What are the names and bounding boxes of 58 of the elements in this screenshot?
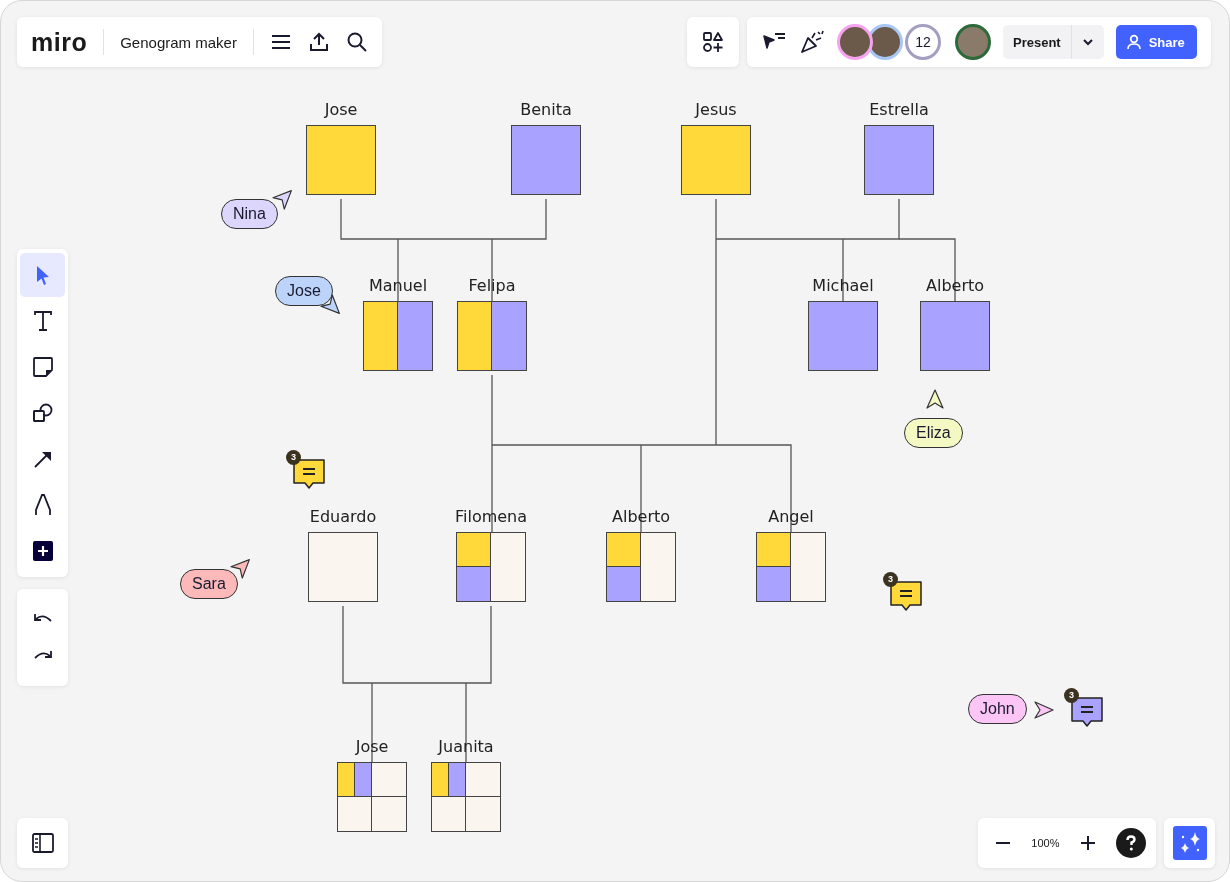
sticky-note-icon [31, 356, 54, 378]
person-name: Eduardo [309, 506, 377, 528]
person-name: Felipa [468, 275, 516, 297]
person-name: Michael [812, 275, 874, 297]
party-popper-icon[interactable] [799, 29, 825, 55]
person-symbol[interactable] [864, 125, 934, 195]
cursor-arrow-icon [925, 389, 945, 409]
person-symbol[interactable] [363, 301, 433, 371]
collaborator-count[interactable]: 12 [905, 24, 941, 60]
comment-count: 3 [883, 572, 898, 587]
person-symbol[interactable] [306, 125, 376, 195]
menu-icon[interactable] [269, 33, 292, 51]
cursor-name-tag: Jose [275, 276, 333, 306]
person-symbol[interactable] [457, 301, 527, 371]
person-symbol[interactable] [681, 125, 751, 195]
cursor-name-tag: John [968, 694, 1027, 724]
sidebar-toggle-icon[interactable] [31, 833, 54, 853]
search-icon[interactable] [345, 31, 368, 53]
person-name: Filomena [454, 506, 528, 528]
person-name: Estrella [869, 99, 929, 121]
zoom-level[interactable]: 100% [1031, 837, 1060, 849]
person-symbol[interactable] [431, 762, 501, 832]
cursor-arrow-icon [1034, 700, 1054, 720]
caret-icon [1081, 38, 1094, 46]
person-icon [1125, 34, 1142, 50]
person-symbol[interactable] [808, 301, 878, 371]
comment-count: 3 [1064, 688, 1079, 703]
board-title[interactable]: Genogram maker [120, 33, 237, 51]
pen-icon [32, 493, 53, 517]
comment-count: 3 [286, 450, 301, 465]
avatar-photo[interactable] [837, 24, 873, 60]
person-symbol[interactable] [511, 125, 581, 195]
person-symbol[interactable] [920, 301, 990, 371]
text-icon [32, 310, 53, 332]
shapes-icon[interactable] [702, 31, 724, 53]
app-logo[interactable]: miro [31, 27, 88, 57]
person-name: Benita [520, 99, 572, 121]
person-name: Alberto [612, 506, 670, 528]
cursor-name-tag: Eliza [904, 418, 963, 448]
person-name: Jose [324, 99, 358, 121]
cursor-name-tag: Sara [180, 569, 238, 599]
select-tool-button[interactable] [20, 253, 65, 297]
person-name: Alberto [926, 275, 984, 297]
plus-icon [31, 540, 54, 562]
avatar-photo[interactable] [955, 24, 991, 60]
sparkle-icon[interactable] [1172, 826, 1207, 860]
zoom-in-icon[interactable] [1078, 834, 1097, 852]
share-button[interactable]: Share [1115, 25, 1197, 59]
person-name: Jose [355, 736, 389, 758]
shapes-icon [31, 402, 54, 424]
person-name: Angel [768, 506, 814, 528]
person-name: Jesus [695, 99, 737, 121]
person-name: Manuel [368, 275, 428, 297]
cursor-name-tag: Nina [221, 199, 278, 229]
person-name: Juanita [438, 736, 494, 758]
help-icon[interactable] [1116, 828, 1146, 858]
upload-icon[interactable] [307, 31, 330, 53]
person-symbol[interactable] [337, 762, 407, 832]
